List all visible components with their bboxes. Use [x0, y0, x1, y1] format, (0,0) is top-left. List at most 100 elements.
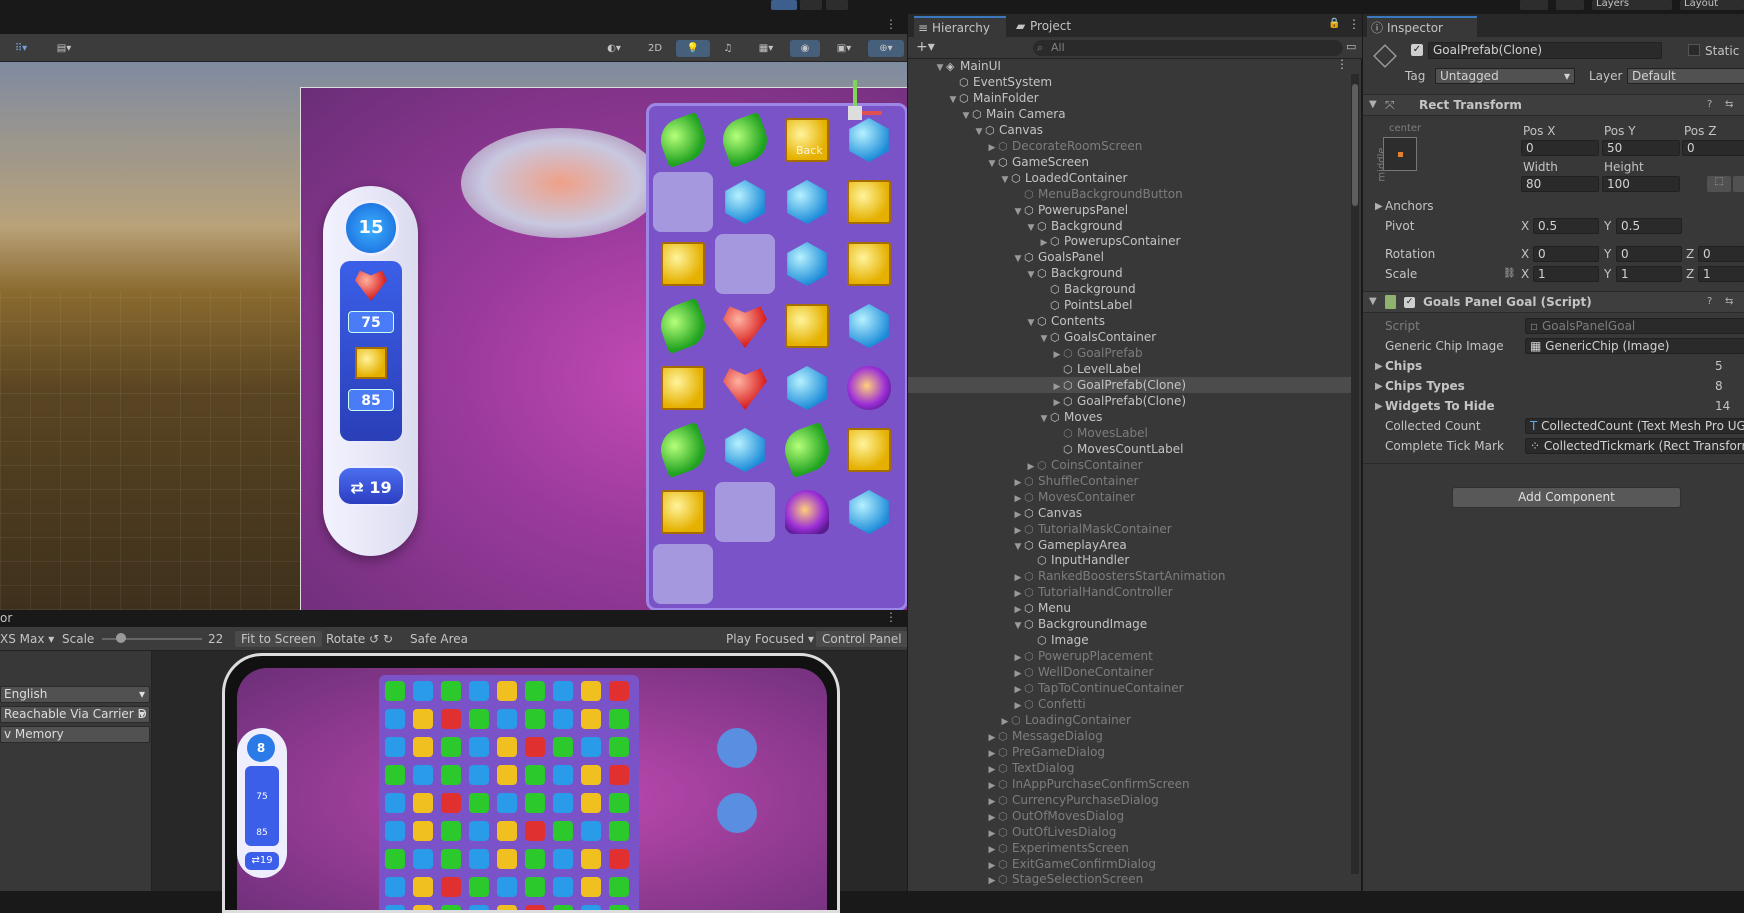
hierarchy-item[interactable]: ▼ ⬡ Background	[908, 265, 1352, 281]
mini-booster-icon[interactable]	[717, 728, 757, 768]
lock-icon[interactable]: 🔒	[1328, 18, 1340, 29]
width-field[interactable]: 80	[1521, 176, 1599, 192]
hierarchy-options-icon[interactable]: ▭	[1346, 40, 1356, 53]
hierarchy-item[interactable]: ▶ ⬡ GoalPrefab(Clone)	[908, 377, 1352, 393]
rotation-z-field[interactable]: 0	[1698, 246, 1744, 262]
pause-button[interactable]	[800, 0, 822, 10]
hierarchy-item[interactable]: ▼ ⬡ MainFolder	[908, 90, 1352, 106]
hierarchy-item[interactable]: ▶ ⬡ PowerupsContainer	[908, 233, 1352, 249]
gizmo-x-axis[interactable]	[862, 111, 882, 115]
hierarchy-item[interactable]: ▶ ⬡ OutOfMovesDialog	[908, 808, 1352, 824]
more-options-icon[interactable]: ⋮	[885, 17, 897, 31]
scale-slider[interactable]	[102, 631, 202, 647]
hierarchy-item[interactable]: ▶ ⬡ ExitGameConfirmDialog	[908, 856, 1352, 872]
scene-viewport[interactable]: 15 75 85 ⇄ 19 Back	[0, 62, 907, 610]
height-field[interactable]: 100	[1602, 176, 1680, 192]
blueprint-mode-button[interactable]: ⬚	[1707, 176, 1731, 192]
gizmo-y-axis[interactable]	[853, 80, 857, 106]
tab-inspector[interactable]: ⓘ Inspector	[1367, 16, 1477, 37]
rotation-x-field[interactable]: 0	[1533, 246, 1599, 262]
help-icon[interactable]: ?	[1707, 99, 1712, 110]
hierarchy-item[interactable]: ▶ ⬡ TutorialMaskContainer	[908, 521, 1352, 537]
device-screen[interactable]: 8 75 85 ⇄19	[237, 668, 827, 910]
anchors-arrow-icon[interactable]: ▶	[1375, 201, 1383, 212]
hierarchy-item[interactable]: ⬡ Image	[908, 632, 1352, 648]
hierarchy-item[interactable]: ⬡ LevelLabel	[908, 361, 1352, 377]
goals-script-header[interactable]: ▼ ✓ Goals Panel Goal (Script) ? ⇆	[1363, 291, 1744, 313]
hierarchy-item[interactable]: ▼ ◈ MainUI	[908, 58, 1352, 74]
hierarchy-item[interactable]: ▼ ⬡ Main Camera	[908, 106, 1352, 122]
hierarchy-item[interactable]: ⬡ MovesLabel	[908, 425, 1352, 441]
chips-types-count[interactable]: 8	[1715, 379, 1723, 393]
active-checkbox[interactable]: ✓	[1411, 44, 1423, 56]
hierarchy-item[interactable]: ▶ ⬡ ShuffleContainer	[908, 473, 1352, 489]
rect-transform-header[interactable]: ▼ ⤧ Rect Transform ? ⇆	[1363, 94, 1744, 116]
hierarchy-item[interactable]: ▶ ⬡ TapToContinueContainer	[908, 680, 1352, 696]
hierarchy-item[interactable]: ▼ ⬡ Moves	[908, 409, 1352, 425]
scale-x-field[interactable]: 1	[1533, 266, 1599, 282]
hierarchy-item[interactable]: ▶ ⬡ Confetti	[908, 696, 1352, 712]
device-dropdown[interactable]: XS Max ▾	[0, 631, 54, 647]
anchors-label[interactable]: Anchors	[1385, 199, 1434, 213]
hierarchy-item[interactable]: ▶ ⬡ StageSelectionScreen	[908, 871, 1352, 887]
hierarchy-item[interactable]: ▶ ⬡ Menu	[908, 600, 1352, 616]
settings-icon[interactable]: ⇆	[1725, 99, 1733, 110]
layers-dropdown[interactable]: Layers	[1592, 0, 1672, 10]
pos-z-field[interactable]: 0	[1682, 140, 1744, 156]
toggle-2d-button[interactable]: 2D	[638, 40, 672, 57]
play-focused-dropdown[interactable]: Play Focused ▾	[726, 631, 814, 647]
tag-dropdown[interactable]: Untagged ▾	[1435, 68, 1575, 84]
chips-types-arrow-icon[interactable]: ▶	[1375, 381, 1383, 392]
collapse-arrow-icon[interactable]: ▼	[1369, 296, 1377, 307]
effects-icon[interactable]: ▦▾	[746, 40, 786, 57]
hierarchy-item[interactable]: ▶ ⬡ LoadingContainer	[908, 712, 1352, 728]
hierarchy-item[interactable]: ▶ ⬡ Canvas	[908, 505, 1352, 521]
collapse-arrow-icon[interactable]: ▼	[1369, 99, 1377, 110]
shading-mode-icon[interactable]: ◐▾	[594, 40, 634, 57]
hierarchy-item[interactable]: ▶ ⬡ GoalPrefab	[908, 345, 1352, 361]
hierarchy-item[interactable]: ▼ ⬡ Background	[908, 218, 1352, 234]
hierarchy-item[interactable]: ▶ ⬡ DecorateRoomScreen	[908, 138, 1352, 154]
hierarchy-search-input[interactable]: ⌕ All	[1033, 40, 1343, 56]
rotation-y-field[interactable]: 0	[1616, 246, 1682, 262]
help-icon[interactable]: ?	[1707, 296, 1712, 307]
play-button[interactable]	[771, 0, 797, 10]
hierarchy-item[interactable]: ▶ ⬡ TutorialHandController	[908, 584, 1352, 600]
hierarchy-item[interactable]: ▼ ⬡ LoadedContainer	[908, 170, 1352, 186]
hierarchy-item[interactable]: ⬡ InputHandler	[908, 552, 1352, 568]
more-options-icon[interactable]: ⋮	[885, 610, 897, 624]
history-icon[interactable]	[1520, 0, 1548, 10]
layer-dropdown[interactable]: Default	[1627, 68, 1744, 84]
game-board[interactable]	[646, 103, 907, 610]
hierarchy-item[interactable]: ▼ ⬡ Canvas	[908, 122, 1352, 138]
hierarchy-item[interactable]: ⬡ MovesCountLabel	[908, 441, 1352, 457]
hierarchy-item[interactable]: ▶ ⬡ CoinsContainer	[908, 457, 1352, 473]
collected-count-field[interactable]: T CollectedCount (Text Mesh Pro UGUI)	[1525, 418, 1744, 434]
hierarchy-item[interactable]: ▼ ⬡ GameplayArea	[908, 537, 1352, 553]
hierarchy-item[interactable]: ⬡ MenuBackgroundButton	[908, 186, 1352, 202]
hierarchy-item[interactable]: ⬡ EventSystem	[908, 74, 1352, 90]
constrain-proportions-icon[interactable]: ⛓	[1503, 268, 1516, 279]
chips-label[interactable]: Chips	[1385, 359, 1422, 373]
widgets-to-hide-count[interactable]: 14	[1715, 399, 1730, 413]
search-icon[interactable]	[1556, 0, 1584, 10]
hierarchy-item[interactable]: ▶ ⬡ RankedBoostersStartAnimation	[908, 568, 1352, 584]
gizmos-icon[interactable]: ⊕▾	[868, 40, 904, 57]
hierarchy-item[interactable]: ▶ ⬡ PowerupPlacement	[908, 648, 1352, 664]
widgets-to-hide-label[interactable]: Widgets To Hide	[1385, 399, 1495, 413]
goals-panel[interactable]: 15 75 85 ⇄ 19	[323, 186, 418, 556]
settings-icon[interactable]: ⇆	[1725, 296, 1733, 307]
fit-to-screen-button[interactable]: Fit to Screen	[235, 631, 322, 647]
scene-orientation-gizmo[interactable]	[826, 62, 886, 142]
pivot-x-field[interactable]: 0.5	[1533, 218, 1599, 234]
mini-game-board[interactable]	[379, 675, 639, 910]
object-name-field[interactable]: GoalPrefab(Clone)	[1428, 42, 1662, 59]
rotate-left-icon[interactable]: ↺	[369, 632, 379, 646]
hierarchy-item[interactable]: ▼ ⬡ Contents	[908, 313, 1352, 329]
static-checkbox[interactable]	[1688, 44, 1700, 56]
game-tab-label[interactable]: or	[0, 611, 12, 625]
hierarchy-item[interactable]: ▼ ⬡ GameScreen	[908, 154, 1352, 170]
layout-dropdown[interactable]: Layout	[1680, 0, 1744, 10]
hierarchy-item[interactable]: ▼ ⬡ GoalsContainer	[908, 329, 1352, 345]
add-component-button[interactable]: Add Component	[1452, 487, 1681, 508]
